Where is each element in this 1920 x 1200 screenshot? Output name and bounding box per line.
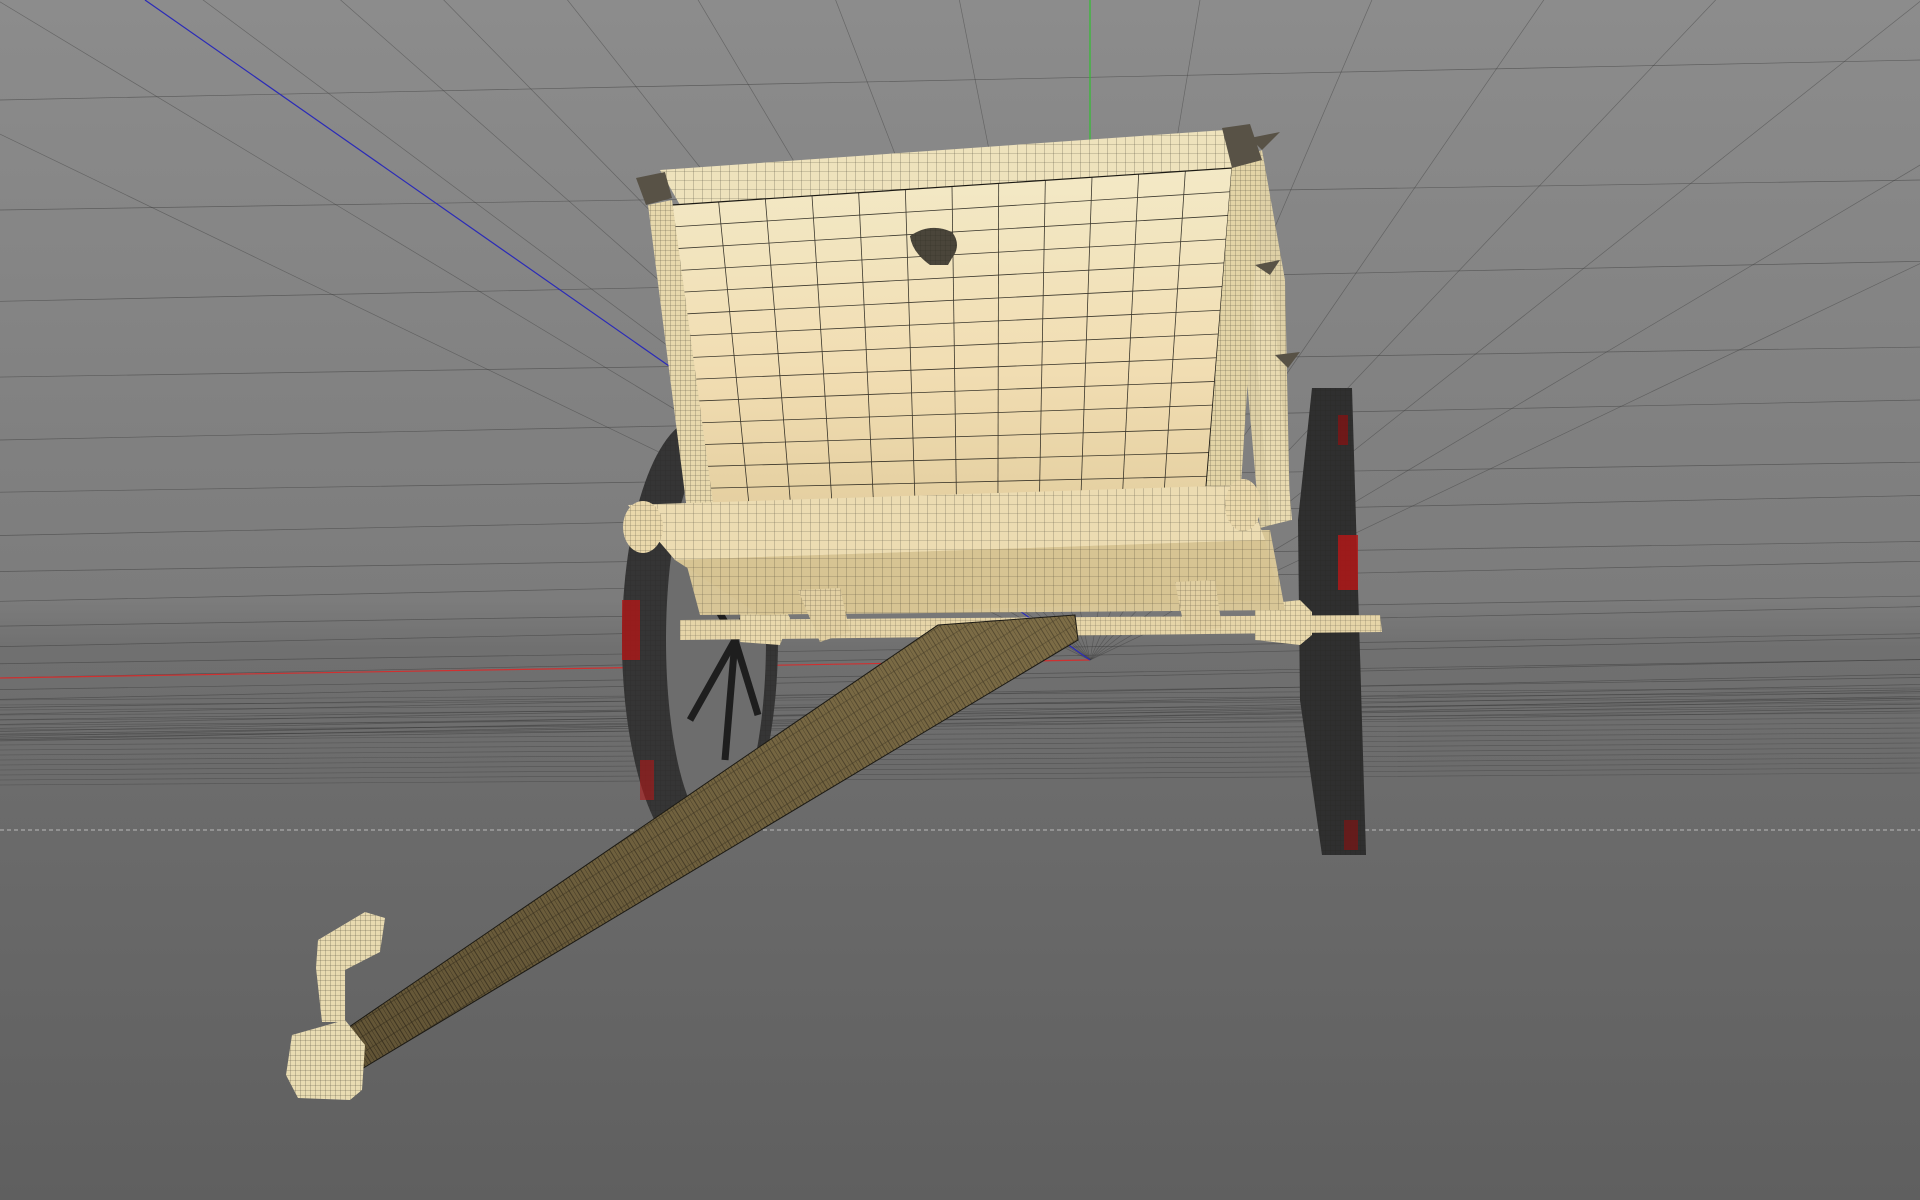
- 3d-viewport[interactable]: [0, 0, 1920, 1200]
- box-front-panel: [672, 168, 1232, 510]
- cargo-box[interactable]: [623, 124, 1300, 642]
- viewport-canvas[interactable]: [0, 0, 1920, 1200]
